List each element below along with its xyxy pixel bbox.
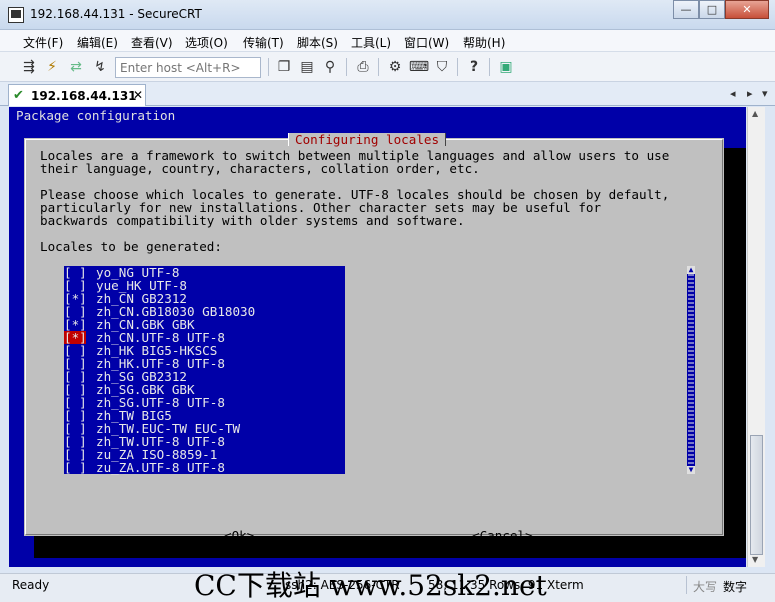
connected-check-icon: ✔ — [13, 88, 24, 103]
session-tab-bar: ✔ 192.168.44.131 ✕ ◂ ▸ ▾ — [0, 82, 775, 106]
session-tab-label: 192.168.44.131 — [31, 89, 137, 103]
menu-options[interactable]: 选项(O) — [185, 34, 228, 51]
session-tab[interactable]: ✔ 192.168.44.131 ✕ — [8, 84, 146, 106]
terminal-screen[interactable]: Package configuration Configuring locale… — [9, 107, 746, 567]
print-icon[interactable]: ⎙ — [354, 58, 372, 76]
scroll-down-icon[interactable]: ▼ — [752, 555, 758, 564]
scrollbar-thumb[interactable] — [750, 435, 763, 555]
toolbar-separator — [457, 58, 458, 76]
keymap-icon[interactable]: ⌨ — [409, 58, 429, 76]
help-icon[interactable]: ? — [465, 58, 483, 76]
title-bar: 192.168.44.131 - SecureCRT — □ ✕ — [0, 0, 775, 30]
securecrt-app-icon[interactable] — [8, 7, 24, 23]
minimize-button[interactable]: — — [673, 0, 699, 19]
menu-transfer[interactable]: 传输(T) — [243, 34, 284, 51]
connect-icon[interactable]: ⇶ — [20, 58, 38, 76]
toolbar-separator — [268, 58, 269, 76]
locale-list[interactable]: [ ] yo_NG UTF-8 [ ] yue_HK UTF-8 [*] zh_CN … — [64, 266, 345, 474]
reconnect-icon[interactable]: ⇄ — [67, 58, 85, 76]
status-ready: Ready — [12, 578, 50, 592]
toolbar-separator — [346, 58, 347, 76]
find-icon[interactable]: ⚲ — [321, 58, 339, 76]
close-button[interactable]: ✕ — [725, 0, 769, 19]
menu-window[interactable]: 窗口(W) — [404, 34, 449, 51]
scroll-track[interactable] — [688, 274, 694, 466]
list-scrollbar[interactable]: ▲ ▼ — [687, 266, 695, 474]
scroll-down-arrow-icon[interactable]: ▼ — [687, 466, 695, 474]
menu-file[interactable]: 文件(F) — [23, 34, 63, 51]
quick-connect-icon[interactable]: ⚡ — [43, 58, 61, 76]
sftp-icon[interactable]: ⛉ — [433, 58, 451, 76]
copy-icon[interactable]: ❐ — [275, 58, 293, 76]
settings-icon[interactable]: ⚙ — [386, 58, 404, 76]
status-caps: 大写 — [693, 580, 718, 594]
menu-help[interactable]: 帮助(H) — [463, 34, 505, 51]
cancel-button[interactable]: <Cancel> — [472, 529, 533, 542]
list-label: Locales to be generated: — [40, 239, 222, 254]
status-separator — [686, 576, 687, 594]
disconnect-icon[interactable]: ↯ — [91, 58, 109, 76]
screen-icon[interactable]: ▣ — [497, 58, 515, 76]
terminal-header: Package configuration — [16, 108, 176, 123]
tab-menu-icon[interactable]: ▾ — [762, 87, 768, 100]
toolbar-separator — [378, 58, 379, 76]
menu-view[interactable]: 查看(V) — [131, 34, 173, 51]
scroll-up-icon[interactable]: ▲ — [752, 109, 758, 118]
toolbar-separator — [489, 58, 490, 76]
dialog-title: Configuring locales — [288, 133, 447, 146]
menu-tools[interactable]: 工具(L) — [351, 34, 391, 51]
menu-bar: 文件(F) 编辑(E) 查看(V) 选项(O) 传输(T) 脚本(S) 工具(L… — [0, 30, 775, 52]
menu-edit[interactable]: 编辑(E) — [77, 34, 118, 51]
locale-checkbox[interactable]: [ ] — [64, 461, 87, 474]
locale-name: zu_ZA.UTF-8 UTF-8 — [96, 460, 225, 475]
dialog-text-line: their language, country, characters, col… — [40, 161, 480, 176]
paste-icon[interactable]: ▤ — [298, 58, 316, 76]
scroll-up-arrow-icon[interactable]: ▲ — [687, 266, 695, 274]
terminal-scrollbar[interactable]: ▲ ▼ — [747, 107, 765, 567]
watermark-text: CC下载站 www.52sk2.net — [194, 569, 547, 602]
dialog-text-line: backwards compatibility with older syste… — [40, 213, 465, 228]
status-num: 数字 — [723, 580, 748, 594]
tab-next-icon[interactable]: ▸ — [747, 87, 753, 100]
host-input[interactable] — [115, 57, 261, 78]
ok-button[interactable]: <Ok> — [224, 529, 254, 542]
locales-dialog: Configuring locales Locales are a framew… — [24, 133, 724, 542]
toolbar: ⇶ ⚡ ⇄ ↯ ❐ ▤ ⚲ ⎙ ⚙ ⌨ ⛉ ? ▣ — [0, 52, 775, 82]
tab-prev-icon[interactable]: ◂ — [730, 87, 736, 100]
maximize-button[interactable]: □ — [699, 0, 725, 19]
menu-script[interactable]: 脚本(S) — [297, 34, 338, 51]
window-title: 192.168.44.131 - SecureCRT — [30, 7, 202, 21]
tab-close-icon[interactable]: ✕ — [133, 88, 143, 102]
